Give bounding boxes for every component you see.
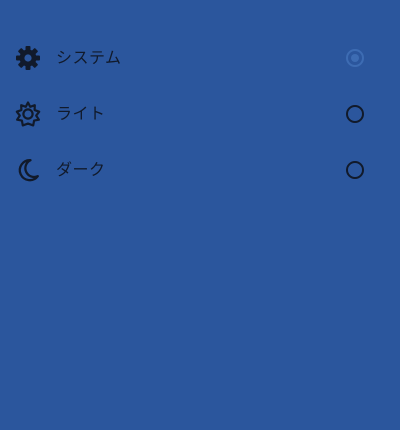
theme-option-label-light: ライト [56,104,106,123]
radio-light[interactable] [346,105,364,123]
theme-option-system[interactable]: システム [0,30,400,86]
theme-settings-panel: システム ライト ダーク [0,0,400,430]
theme-option-dark[interactable]: ダーク [0,142,400,198]
gear-icon [15,45,41,71]
radio-system[interactable] [346,49,364,67]
crescent-moon-icon [15,157,41,183]
theme-option-label-dark: ダーク [56,160,106,179]
theme-option-list: システム ライト ダーク [0,30,400,198]
radio-dark[interactable] [346,161,364,179]
sun-gear-outline-icon [15,101,41,127]
theme-option-label-system: システム [56,48,122,67]
theme-option-light[interactable]: ライト [0,86,400,142]
